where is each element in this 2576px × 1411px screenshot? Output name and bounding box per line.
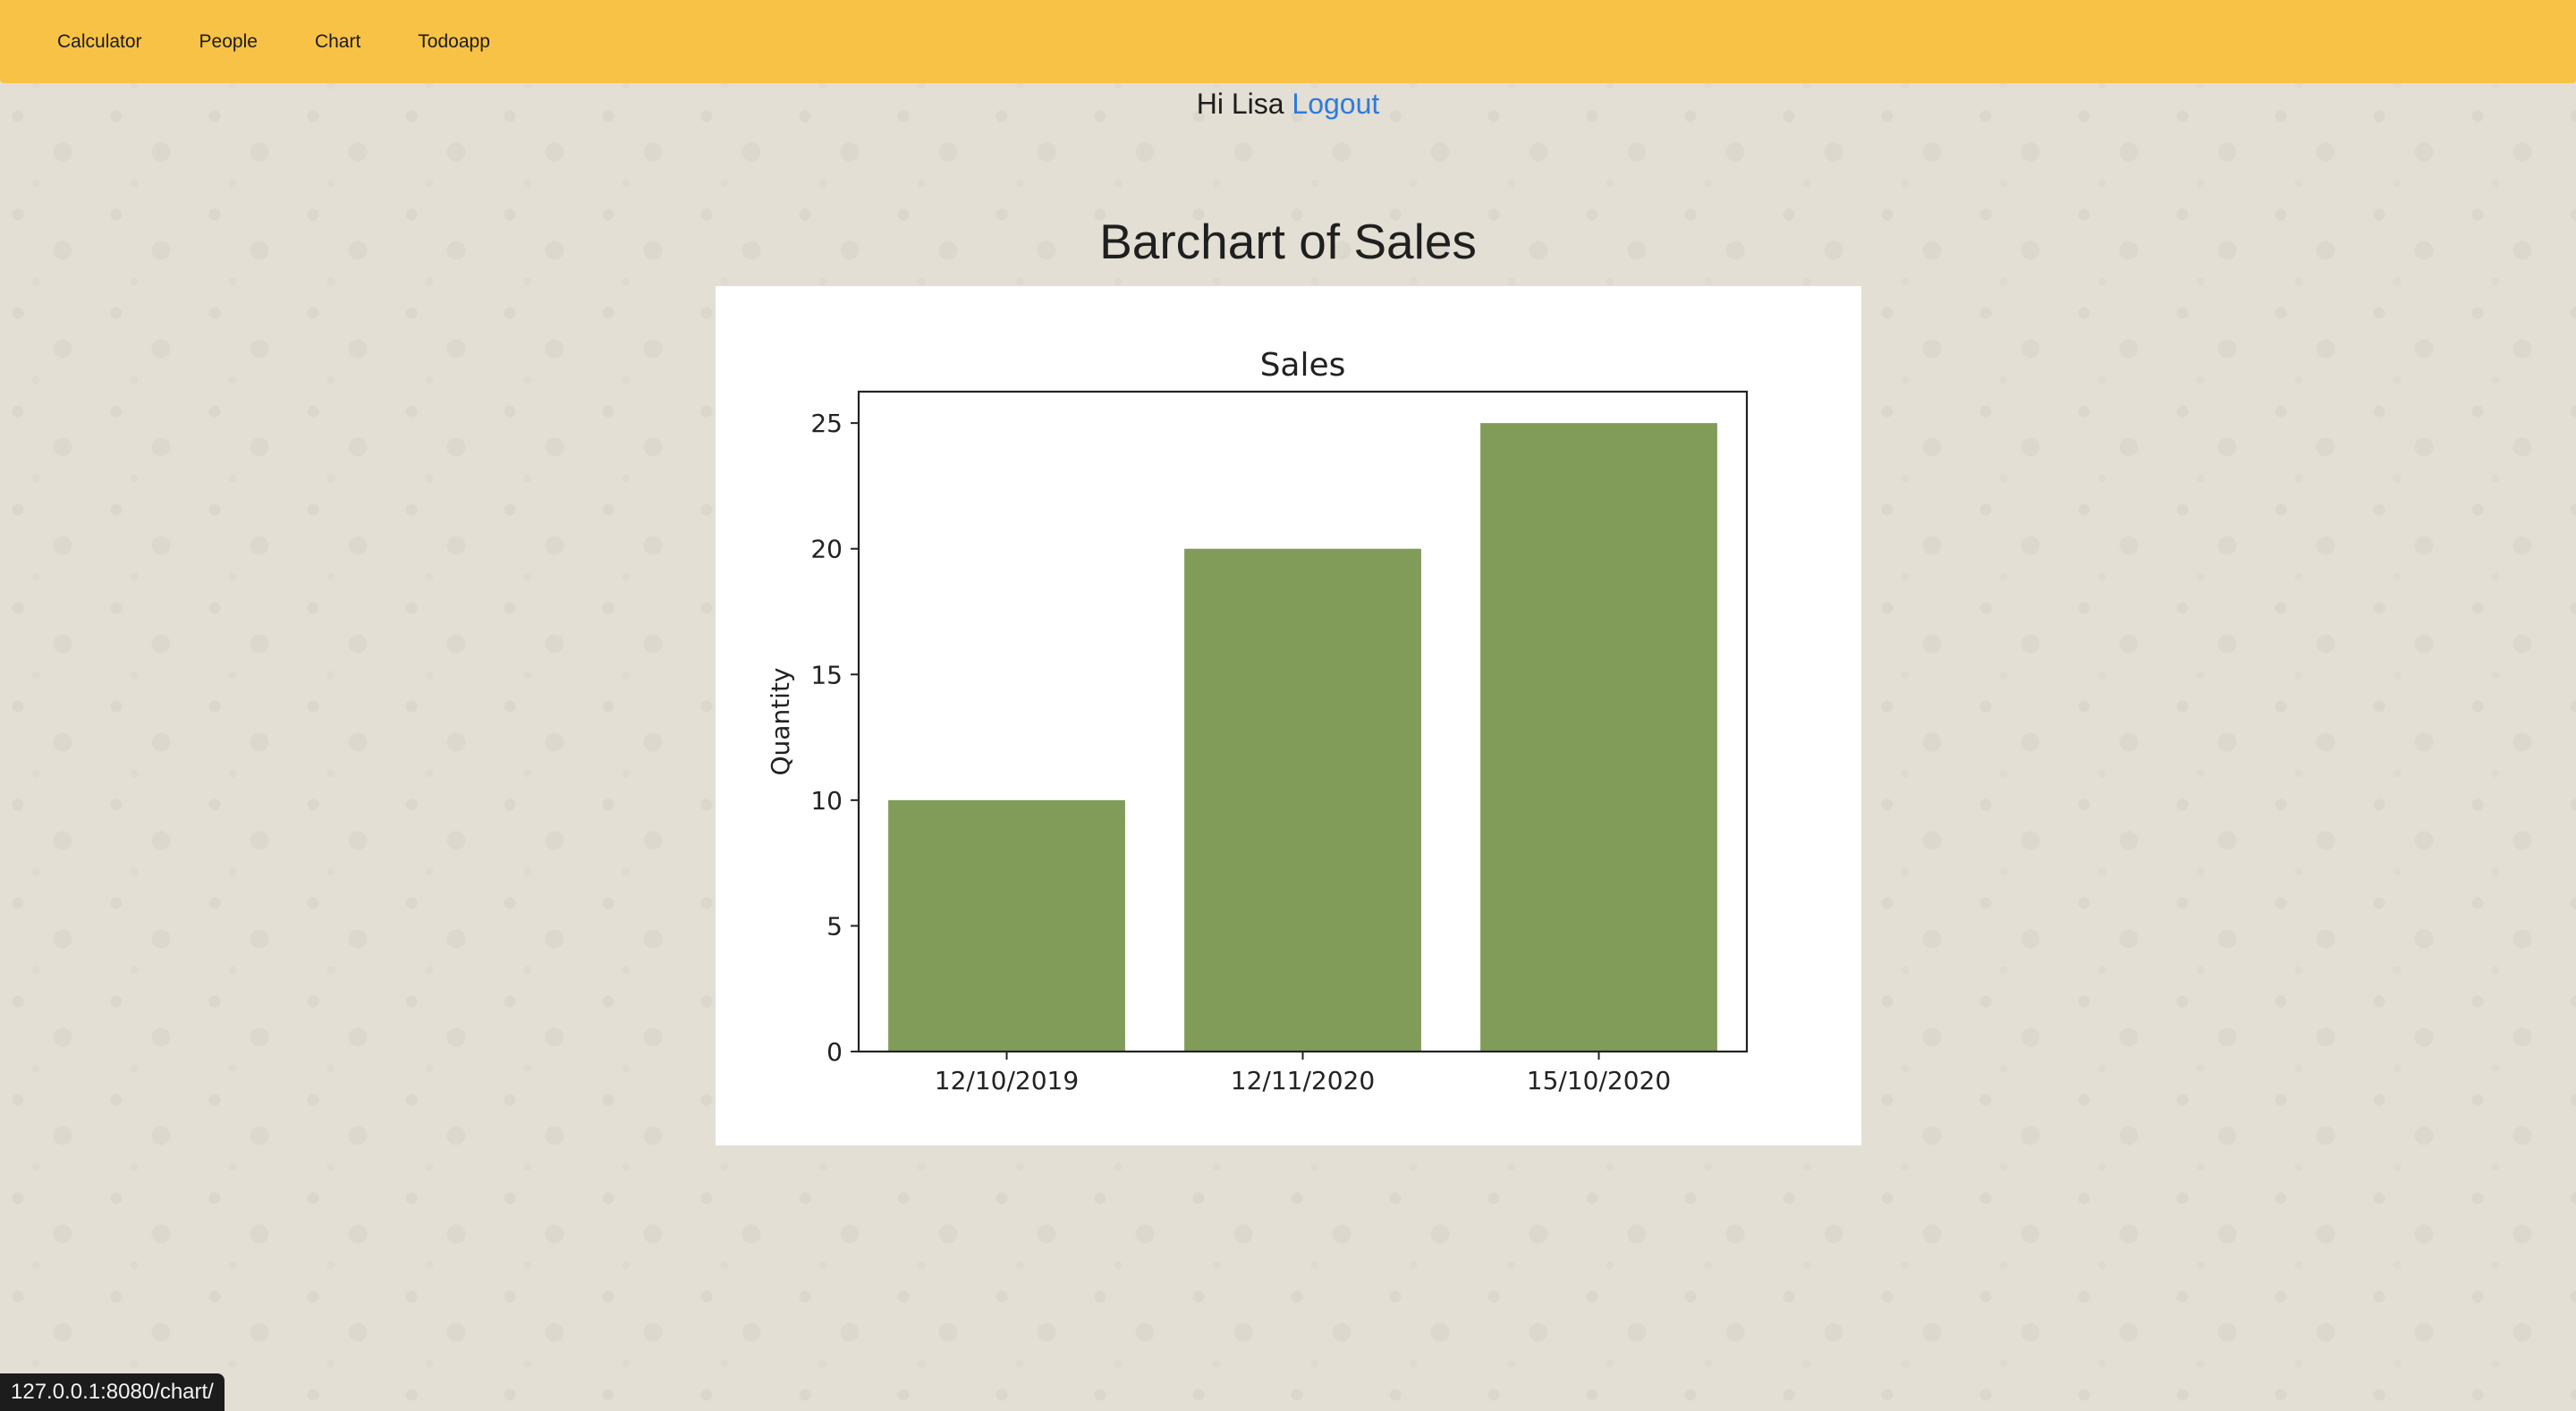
nav-link-people[interactable]: People (171, 31, 286, 53)
y-tick-label-5: 25 (810, 409, 843, 438)
bar-1 (1184, 548, 1421, 1052)
navbar: Calculator People Chart Todoapp (0, 0, 2576, 83)
page-title: Barchart of Sales (1099, 214, 1477, 269)
sales-bar-chart: Sales 12/10/2019 12/11/2020 15/10/2020 0 5 10 1… (766, 347, 1749, 1095)
chart-title: Sales (1260, 347, 1346, 384)
y-tick-label-4: 20 (810, 535, 843, 564)
bar-0 (888, 799, 1125, 1052)
bar-2 (1480, 423, 1717, 1052)
y-tick-label-0: 0 (826, 1037, 843, 1067)
x-tick-label-0: 12/10/2019 (935, 1066, 1079, 1095)
y-tick-label-2: 10 (810, 786, 843, 815)
nav-link-todoapp[interactable]: Todoapp (389, 31, 519, 53)
y-tick-label-3: 15 (810, 660, 843, 689)
greeting-text: Hi Lisa (1196, 88, 1284, 120)
chart-card: Sales 12/10/2019 12/11/2020 15/10/2020 0 5 10 1… (716, 286, 1861, 1145)
y-tick-label-1: 5 (826, 911, 843, 941)
nav-link-chart[interactable]: Chart (286, 31, 389, 53)
nav-link-calculator[interactable]: Calculator (0, 31, 171, 53)
x-tick-label-2: 15/10/2020 (1527, 1066, 1671, 1095)
user-greeting-row: Hi Lisa Logout (0, 88, 2576, 121)
status-bar-url: 127.0.0.1:8080/chart/ (0, 1373, 225, 1411)
x-tick-label-1: 12/11/2020 (1231, 1066, 1375, 1095)
y-axis-label: Quantity (766, 668, 795, 776)
logout-link[interactable]: Logout (1292, 88, 1379, 120)
